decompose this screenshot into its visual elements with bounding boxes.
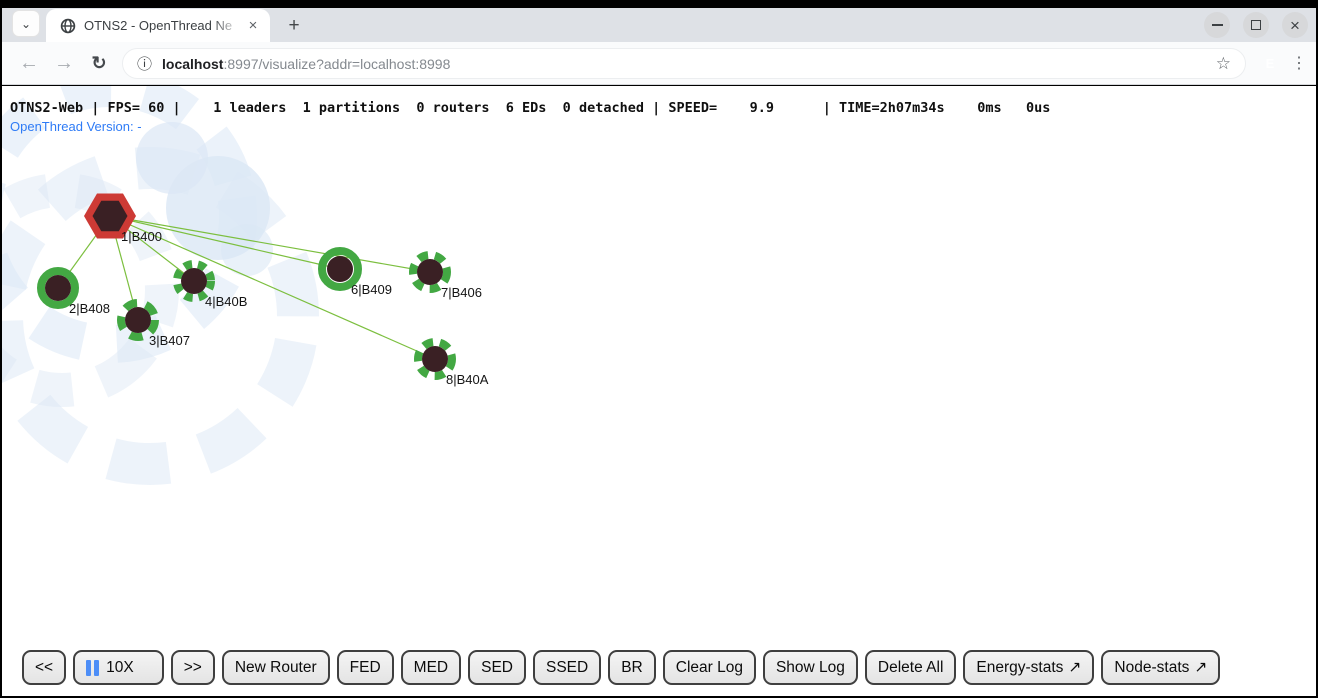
button-label: >> [184, 659, 202, 677]
button-speed[interactable]: 10X [73, 650, 164, 685]
button-fed[interactable]: FED [337, 650, 394, 685]
node-6[interactable]: 6|B409 [322, 251, 392, 297]
new-tab-button[interactable]: + [280, 12, 308, 39]
back-button[interactable]: ← [14, 42, 44, 85]
forward-button[interactable]: → [49, 42, 79, 85]
external-link-icon: ↗ [1194, 658, 1207, 677]
button-label: Delete All [878, 659, 943, 677]
reload-icon: ↻ [91, 53, 106, 74]
node-core [327, 256, 353, 282]
button-label: SSED [546, 659, 588, 677]
node-core [181, 268, 207, 294]
button-label: FED [350, 659, 381, 677]
button-label: New Router [235, 659, 317, 677]
close-button[interactable]: × [1282, 12, 1308, 38]
node-core [417, 259, 443, 285]
node-label: 1|B400 [121, 229, 162, 244]
node-core [125, 307, 151, 333]
node-label: 2|B408 [69, 301, 110, 316]
bookmark-star-icon[interactable]: ☆ [1216, 54, 1231, 74]
profile-avatar[interactable]: E [1256, 49, 1284, 77]
button-forward[interactable]: >> [171, 650, 215, 685]
url-host: localhost [162, 56, 223, 72]
reload-button[interactable]: ↻ [84, 42, 114, 85]
node-core [45, 275, 71, 301]
button-med[interactable]: MED [401, 650, 461, 685]
back-icon: ← [19, 52, 39, 75]
button-br[interactable]: BR [608, 650, 656, 685]
kebab-menu-icon: ⋮ [1291, 53, 1307, 73]
tab-title: OTNS2 - OpenThread Ne [84, 18, 244, 33]
button-label: Energy-stats [976, 659, 1063, 677]
button-node-stats[interactable]: Node-stats ↗ [1101, 650, 1220, 685]
url-text: localhost:8997/visualize?addr=localhost:… [162, 56, 1208, 72]
button-show-log[interactable]: Show Log [763, 650, 858, 685]
address-bar[interactable]: ⓘ localhost:8997/visualize?addr=localhos… [122, 48, 1246, 79]
node-label: 8|B40A [446, 372, 489, 387]
external-link-icon: ↗ [1068, 658, 1081, 677]
tab-search-button[interactable]: ⌄ [12, 10, 40, 37]
plus-icon: + [288, 15, 299, 37]
button-new-router[interactable]: New Router [222, 650, 330, 685]
window-controls: × [1204, 8, 1308, 42]
node-core [422, 346, 448, 372]
button-label: Show Log [776, 659, 845, 677]
node-label: 3|B407 [149, 333, 190, 348]
forward-icon: → [54, 52, 74, 75]
tab-strip: ⌄ OTNS2 - OpenThread Ne × + × [2, 8, 1316, 42]
minimize-button[interactable] [1204, 12, 1230, 38]
globe-favicon-icon [60, 18, 76, 34]
openthread-version-text: OpenThread Version: - [10, 119, 142, 134]
button-energy-stats[interactable]: Energy-stats ↗ [963, 650, 1094, 685]
pause-icon [86, 660, 99, 676]
tab-otns2[interactable]: OTNS2 - OpenThread Ne × [46, 9, 270, 42]
node-7[interactable]: 7|B406 [413, 255, 482, 300]
tab-close-icon[interactable]: × [244, 17, 262, 35]
network-canvas[interactable]: 1|B400 2|B408 3|B407 4|B40B 6|B409 7|B406 8|B4… [2, 86, 1316, 696]
maximize-button[interactable] [1243, 12, 1269, 38]
node-label: 6|B409 [351, 282, 392, 297]
browser-window: ⌄ OTNS2 - OpenThread Ne × + × ← → ↻ ⓘ lo… [0, 0, 1318, 698]
button-delete-all[interactable]: Delete All [865, 650, 956, 685]
button-label: SED [481, 659, 513, 677]
button-label: 10X [106, 659, 134, 677]
button-label: << [35, 659, 53, 677]
node-label: 7|B406 [441, 285, 482, 300]
button-rewind[interactable]: << [22, 650, 66, 685]
maximize-icon [1251, 20, 1261, 30]
minimize-icon [1212, 24, 1223, 26]
button-sed[interactable]: SED [468, 650, 526, 685]
button-label: MED [414, 659, 448, 677]
status-bar: OTNS2-Web | FPS= 60 | 1 leaders 1 partit… [10, 100, 1050, 116]
button-ssed[interactable]: SSED [533, 650, 601, 685]
address-toolbar: ← → ↻ ⓘ localhost:8997/visualize?addr=lo… [2, 42, 1316, 85]
close-icon: × [1290, 17, 1300, 34]
node-8[interactable]: 8|B40A [418, 342, 489, 387]
button-clear-log[interactable]: Clear Log [663, 650, 756, 685]
url-path: :8997/visualize?addr=localhost:8998 [223, 56, 450, 72]
chevron-down-icon: ⌄ [21, 17, 31, 31]
sim-toolbar: << 10X >> New Router FED MED SED SSED BR Clear Lo… [22, 650, 1220, 685]
browser-menu-button[interactable]: ⋮ [1288, 49, 1310, 77]
button-label: Node-stats [1114, 659, 1189, 677]
otns-page: 1|B400 2|B408 3|B407 4|B40B 6|B409 7|B406 8|B4… [2, 86, 1316, 696]
button-label: Clear Log [676, 659, 743, 677]
button-label: BR [621, 659, 643, 677]
radio-range-blob [136, 122, 208, 194]
site-info-icon[interactable]: ⓘ [137, 53, 152, 74]
node-label: 4|B40B [205, 294, 247, 309]
